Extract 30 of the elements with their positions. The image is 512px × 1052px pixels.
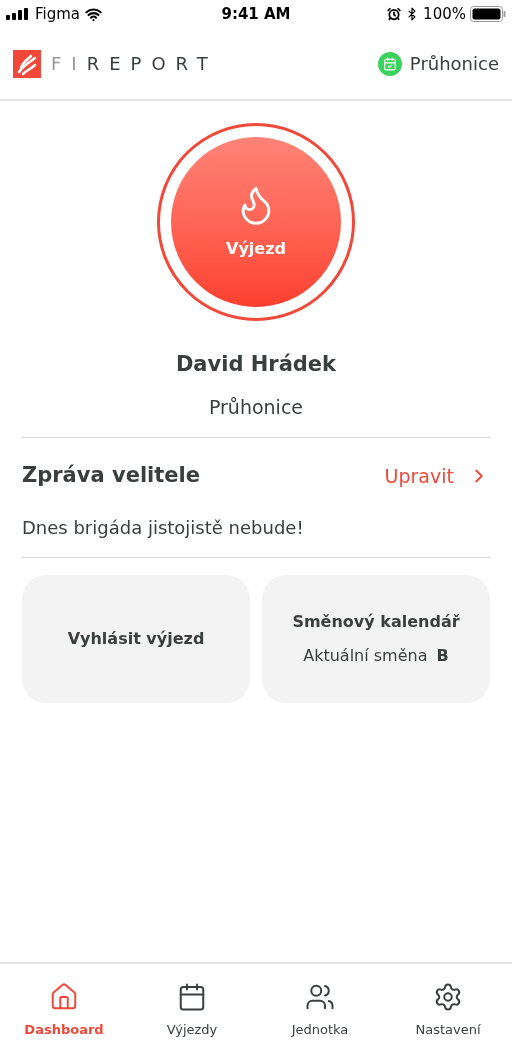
nav-tab[interactable]: Nastavení bbox=[384, 982, 512, 1040]
section-title: Zpráva velitele bbox=[22, 462, 200, 489]
user-station: Průhonice bbox=[208, 394, 304, 420]
people-icon bbox=[305, 982, 335, 1012]
user-name: David Hrádek bbox=[175, 351, 337, 378]
nav-tab[interactable]: Výjezdy bbox=[128, 982, 256, 1040]
dispatch-card[interactable]: Vyhlásit výjezd bbox=[22, 574, 250, 703]
calendar-check-icon bbox=[377, 51, 402, 76]
logo-icon bbox=[13, 49, 41, 78]
clock: 9:41 AM bbox=[221, 3, 291, 25]
card-title: Vyhlásit výjezd bbox=[67, 627, 205, 650]
station-name: Průhonice bbox=[409, 52, 499, 76]
wifi-icon bbox=[85, 5, 103, 23]
nav-tab[interactable]: Jednotka bbox=[256, 982, 384, 1040]
calendar-icon bbox=[177, 982, 207, 1012]
commander-message: Dnes brigáda jistojistě nebude! bbox=[21, 515, 305, 540]
current-shift: Aktuální směna B bbox=[303, 644, 449, 667]
edit-link[interactable]: Upravit bbox=[384, 461, 490, 490]
alarm-icon bbox=[387, 7, 402, 21]
nav-tab[interactable]: Dashboard bbox=[0, 982, 128, 1040]
carrier-name: Figma bbox=[35, 3, 81, 25]
battery-percent: 100% bbox=[423, 3, 466, 25]
battery-icon bbox=[470, 6, 506, 22]
app-logo-text: FI REPORT bbox=[51, 52, 218, 76]
home-icon bbox=[49, 982, 79, 1012]
card-title: Směnový kalendář bbox=[292, 610, 460, 633]
shift-calendar-card[interactable]: Směnový kalendář Aktuální směna B bbox=[262, 574, 490, 703]
signal-icon bbox=[6, 8, 30, 20]
dispatch-label: Výjezd bbox=[226, 238, 286, 260]
settings-icon bbox=[433, 982, 463, 1012]
